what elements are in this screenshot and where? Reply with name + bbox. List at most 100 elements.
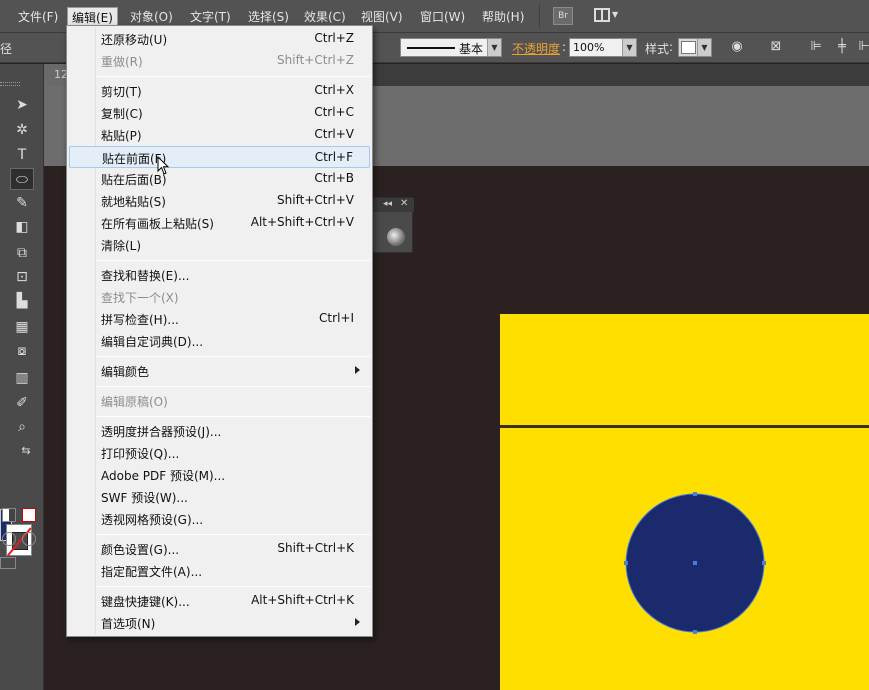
slice-tool-icon[interactable]: ✐ [10,392,34,414]
menubar-divider [539,5,540,27]
selection-handle[interactable] [624,561,628,565]
menu-item-edit-original: 编辑原稿(O) [69,390,370,412]
menu-item-paste-in-back[interactable]: 贴在后面(B) Ctrl+B [69,168,370,190]
colon-text: : [669,40,674,54]
menu-item-label: 颜色设置(G)... [101,543,180,557]
menu-object[interactable]: 对象(O) [126,7,177,27]
graph-tool-icon[interactable]: ▙ [10,290,34,312]
menu-item-paste-all-artboards[interactable]: 在所有画板上粘贴(S) Alt+Shift+Ctrl+V [69,212,370,234]
menu-item-print-presets[interactable]: 打印预设(Q)... [69,442,370,464]
menu-separator [97,356,370,357]
menu-window[interactable]: 窗口(W) [416,7,469,27]
menu-item-color-settings[interactable]: 颜色设置(G)... Shift+Ctrl+K [69,538,370,560]
toolbox: ➤ ✲ T ⬭ ✎ ◧ ⧉ ⊡ ▙ ▦ ⧇ ▥ ✐ ⌕ ⇆ [0,64,44,690]
eraser-tool-icon[interactable]: ◧ [10,216,34,238]
menu-file[interactable]: 文件(F) [14,7,62,27]
gradient-tool-icon[interactable]: ▦ [10,316,34,338]
menu-separator [97,534,370,535]
free-transform-icon[interactable]: ⊡ [10,266,34,288]
recolor-icon[interactable]: ◉ [729,39,745,55]
graphic-style-select[interactable]: ▼ [678,38,712,57]
opacity-label[interactable]: 不透明度 [512,40,560,57]
menu-view[interactable]: 视图(V) [357,7,407,27]
panel-header[interactable]: ◂◂ ✕ [373,198,414,212]
menu-item-shortcut: Shift+Ctrl+K [277,541,354,555]
align-right-icon[interactable]: ⊩ [856,39,869,55]
opacity-input[interactable]: 100% ▼ [569,38,637,57]
menu-item-perspective-presets[interactable]: 透视网格预设(G)... [69,508,370,530]
selection-handle[interactable] [693,630,697,634]
menu-item-keyboard-shortcuts[interactable]: 键盘快捷键(K)... Alt+Shift+Ctrl+K [69,590,370,612]
menu-item-copy[interactable]: 复制(C) Ctrl+C [69,102,370,124]
chevron-down-icon[interactable]: ▼ [622,39,636,56]
menu-item-cut[interactable]: 剪切(T) Ctrl+X [69,80,370,102]
swap-icon[interactable]: ⇆ [14,440,38,462]
draw-normal-icon[interactable] [2,532,16,546]
stroke-profile-select[interactable]: 基本 ▼ [400,38,502,57]
menu-item-find-replace[interactable]: 查找和替换(E)... [69,264,370,286]
menu-item-label: 查找和替换(E)... [101,269,190,283]
bridge-button[interactable]: Br [553,7,573,25]
menu-item-shortcut: Ctrl+I [319,311,354,325]
menu-item-label: 清除(L) [101,239,142,253]
color-mode-icon[interactable] [2,508,16,522]
zoom-tool-icon[interactable]: ⌕ [10,416,34,438]
menu-item-shortcut: Ctrl+B [314,171,354,185]
menu-item-clear[interactable]: 清除(L) [69,234,370,256]
menu-select[interactable]: 选择(S) [244,7,293,27]
menu-item-edit-colors[interactable]: 编辑颜色 [69,360,370,382]
menu-item-label: 指定配置文件(A)... [101,565,203,579]
menu-type[interactable]: 文字(T) [186,7,235,27]
menu-item-paste-in-place[interactable]: 就地粘贴(S) Shift+Ctrl+V [69,190,370,212]
menu-item-spell-check[interactable]: 拼写检查(H)... Ctrl+I [69,308,370,330]
chevron-down-icon[interactable]: ▼ [612,10,618,19]
lasso-tool-icon[interactable]: ✲ [10,119,34,141]
pencil-tool-icon[interactable]: ✎ [10,192,34,214]
menu-edit[interactable]: 编辑(E) [67,7,118,27]
collapse-icon[interactable]: ◂◂ [383,199,392,209]
appearance-icon[interactable] [387,228,405,246]
scale-tool-icon[interactable]: ⧉ [10,242,34,264]
screen-mode-icon[interactable] [0,557,16,569]
align-center-icon[interactable]: ╪ [834,39,850,55]
mouse-cursor-icon [157,156,170,175]
submenu-arrow-icon [355,366,360,374]
colon-text: : [562,40,567,54]
menu-item-preferences[interactable]: 首选项(N) [69,612,370,634]
menu-help[interactable]: 帮助(H) [478,7,528,27]
menu-item-label: 在所有画板上粘贴(S) [101,217,214,231]
edit-menu: 还原移动(U) Ctrl+Z 重做(R) Shift+Ctrl+Z 剪切(T) Ctr… [66,25,373,637]
column-graph-icon[interactable]: ▥ [10,367,34,389]
menu-item-shortcut: Ctrl+C [314,105,354,119]
selection-tool-icon[interactable]: ➤ [10,94,34,116]
menu-item-undo[interactable]: 还原移动(U) Ctrl+Z [69,28,370,50]
artboard-divider-line[interactable] [500,425,869,428]
ellipse-tool-icon[interactable]: ⬭ [10,168,34,190]
none-icon[interactable] [22,508,36,522]
menu-item-shortcut: Ctrl+F [314,150,353,164]
chevron-down-icon[interactable]: ▼ [697,39,711,56]
menu-item-swf-presets[interactable]: SWF 预设(W)... [69,486,370,508]
menu-effect[interactable]: 效果(C) [300,7,350,27]
close-icon[interactable]: ✕ [400,198,408,209]
workspace-icon[interactable] [594,8,610,22]
selection-handle[interactable] [693,492,697,496]
menu-item-paste[interactable]: 粘贴(P) Ctrl+V [69,124,370,146]
transform-icon[interactable]: ⊠ [768,39,784,55]
chevron-down-icon[interactable]: ▼ [487,39,501,56]
blend-tool-icon[interactable]: ⧇ [10,340,34,362]
menu-item-shortcut: Shift+Ctrl+V [277,193,354,207]
menu-item-assign-profile[interactable]: 指定配置文件(A)... [69,560,370,582]
toolbox-grip[interactable] [0,82,20,86]
menu-item-flattener-presets[interactable]: 透明度拼合器预设(J)... [69,420,370,442]
menu-item-pdf-presets[interactable]: Adobe PDF 预设(M)... [69,464,370,486]
selected-circle[interactable] [618,488,772,638]
menu-item-edit-dictionary[interactable]: 编辑自定词典(D)... [69,330,370,352]
floating-panel[interactable]: ◂◂ ✕ [372,197,414,253]
menu-item-label: 打印预设(Q)... [101,447,180,461]
menu-item-paste-in-front[interactable]: 贴在前面(F) Ctrl+F [69,146,370,168]
align-left-icon[interactable]: ⊫ [808,39,824,55]
draw-behind-icon[interactable] [22,532,36,546]
type-tool-icon[interactable]: T [10,144,34,166]
selection-handle[interactable] [762,561,766,565]
